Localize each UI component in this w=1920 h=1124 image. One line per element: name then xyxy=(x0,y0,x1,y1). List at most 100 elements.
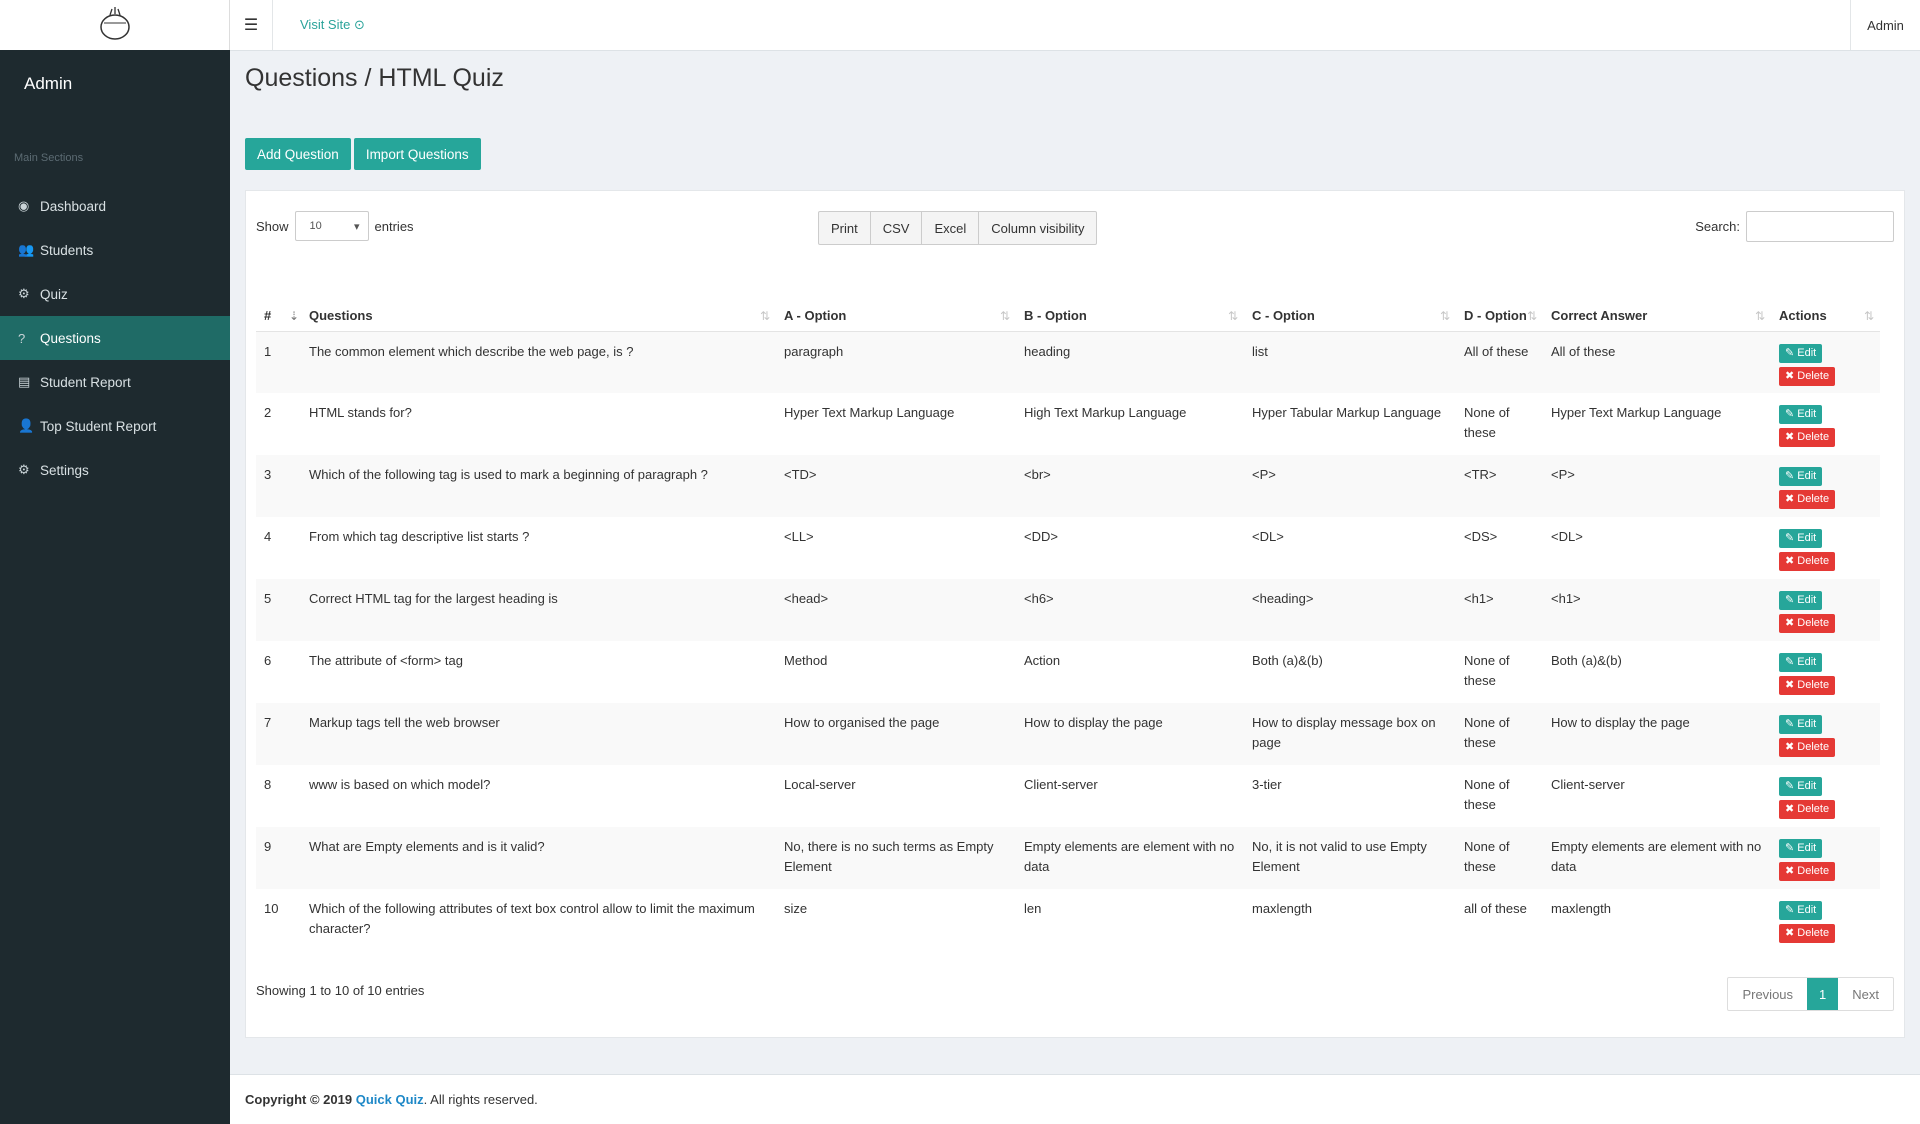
delete-button[interactable]: ✖ Delete xyxy=(1779,366,1836,386)
edit-icon: ✎ xyxy=(1785,780,1795,792)
col-header-label: A - Option xyxy=(784,307,847,323)
col-header-actions[interactable]: Actions ⇅ xyxy=(1771,279,1880,332)
table-cell: Empty elements are element with no data xyxy=(1016,827,1244,889)
delete-label: Delete xyxy=(1797,927,1830,939)
table-cell: Client-server xyxy=(1551,777,1625,792)
table-cell: <head> xyxy=(776,579,1016,641)
action-buttons: Add Question Import Questions xyxy=(245,138,481,170)
edit-label: Edit xyxy=(1797,718,1817,730)
column-visibility-button[interactable]: Column visibility xyxy=(979,212,1096,244)
table-cell: len xyxy=(1024,901,1042,916)
next-page-button[interactable]: Next xyxy=(1838,978,1893,1010)
table-cell: The common element which describe the we… xyxy=(301,331,776,393)
search-input[interactable] xyxy=(1746,211,1894,242)
entries-select[interactable]: 10 ▾ xyxy=(294,211,369,241)
sidebar-section-title: Main Sections xyxy=(14,152,84,164)
col-header-index[interactable]: # ⇣ xyxy=(256,279,301,332)
add-question-button[interactable]: Add Question xyxy=(245,138,351,170)
edit-button[interactable]: ✎ Edit xyxy=(1779,529,1823,548)
col-header-b-option[interactable]: B - Option ⇅ xyxy=(1016,279,1244,332)
delete-button[interactable]: ✖ Delete xyxy=(1779,428,1836,447)
edit-label: Edit xyxy=(1797,532,1817,544)
col-header-c-option[interactable]: C - Option ⇅ xyxy=(1244,279,1456,332)
edit-button[interactable]: ✎ Edit xyxy=(1779,405,1823,424)
table-row: 9 What are Empty elements and is it valid… xyxy=(256,827,1880,889)
delete-button[interactable]: ✖ Delete xyxy=(1779,490,1836,509)
table-cell: <TR> xyxy=(1456,455,1543,517)
col-header-questions[interactable]: Questions ⇅ xyxy=(301,279,776,332)
print-button[interactable]: Print xyxy=(819,212,871,244)
edit-button[interactable]: ✎ Edit xyxy=(1779,777,1823,796)
sidebar-item-top-student-report[interactable]: 👤 Top Student Report xyxy=(0,404,230,448)
edit-button[interactable]: ✎ Edit xyxy=(1779,653,1823,672)
import-questions-button[interactable]: Import Questions xyxy=(353,138,481,170)
table-cell: 4 xyxy=(264,529,272,544)
edit-button[interactable]: ✎ Edit xyxy=(1779,467,1823,486)
delete-button[interactable]: ✖ Delete xyxy=(1779,614,1836,633)
edit-button[interactable]: ✎ Edit xyxy=(1779,901,1823,920)
excel-button[interactable]: Excel xyxy=(922,212,980,244)
page-title: Questions / HTML Quiz xyxy=(245,64,504,92)
col-header-d-option[interactable]: D - Option ⇅ xyxy=(1456,279,1543,332)
delete-label: Delete xyxy=(1797,431,1830,443)
close-icon: ✖ xyxy=(1785,617,1795,629)
user-menu[interactable]: Admin xyxy=(1850,0,1920,50)
table-cell: What are Empty elements and is it valid? xyxy=(301,827,776,889)
table-cell: <DL> xyxy=(1551,529,1583,544)
table-cell: Method xyxy=(784,653,828,668)
edit-label: Edit xyxy=(1797,346,1817,359)
delete-label: Delete xyxy=(1797,803,1830,815)
visit-site-link[interactable]: Visit Site ⊙ xyxy=(300,17,365,33)
edit-label: Edit xyxy=(1797,656,1817,668)
col-header-a-option[interactable]: A - Option ⇅ xyxy=(776,279,1016,332)
sidebar-item-student-report[interactable]: ▤ Student Report xyxy=(0,360,230,404)
actions-cell: ✎ Edit ✖ Delete xyxy=(1771,393,1880,455)
table-cell: Which of the following attributes of tex… xyxy=(309,901,755,936)
edit-button[interactable]: ✎ Edit xyxy=(1779,343,1823,363)
edit-icon: ✎ xyxy=(1785,594,1795,606)
logo-icon xyxy=(99,7,130,40)
actions-cell: ✎ Edit ✖ Delete xyxy=(1771,827,1880,889)
table-cell: 9 xyxy=(256,827,301,889)
sidebar-item-students[interactable]: 👥 Students xyxy=(0,228,230,272)
csv-button[interactable]: CSV xyxy=(871,212,923,244)
delete-button[interactable]: ✖ Delete xyxy=(1779,924,1836,943)
edit-button[interactable]: ✎ Edit xyxy=(1779,715,1823,734)
edit-label: Edit xyxy=(1797,470,1817,482)
edit-icon: ✎ xyxy=(1785,532,1795,544)
menu-toggle-button[interactable]: ☰ xyxy=(230,0,273,50)
close-icon: ✖ xyxy=(1785,865,1795,877)
footer-brand-link[interactable]: Quick Quiz xyxy=(356,1092,424,1107)
previous-page-button[interactable]: Previous xyxy=(1728,978,1807,1010)
sidebar-item-questions[interactable]: ? Questions xyxy=(0,316,230,360)
sidebar-item-quiz[interactable]: ⚙ Quiz xyxy=(0,272,230,316)
table-cell: Local-server xyxy=(784,777,856,792)
delete-button[interactable]: ✖ Delete xyxy=(1779,800,1836,819)
show-entries: Show 10 ▾ entries xyxy=(256,211,414,241)
page-1-button[interactable]: 1 xyxy=(1807,978,1839,1010)
edit-button[interactable]: ✎ Edit xyxy=(1779,839,1823,858)
delete-button[interactable]: ✖ Delete xyxy=(1779,676,1836,695)
table-cell: <LL> xyxy=(784,529,814,544)
sidebar-item-settings[interactable]: ⚙ Settings xyxy=(0,448,230,492)
edit-button[interactable]: ✎ Edit xyxy=(1779,591,1823,610)
table-cell: <heading> xyxy=(1244,579,1456,641)
actions-cell: ✎ Edit ✖ Delete xyxy=(1771,641,1880,703)
delete-button[interactable]: ✖ Delete xyxy=(1779,738,1836,757)
table-cell: 1 xyxy=(256,331,301,393)
delete-label: Delete xyxy=(1797,679,1830,691)
close-icon: ✖ xyxy=(1785,927,1795,939)
sidebar-item-label: Settings xyxy=(40,462,89,478)
logo[interactable] xyxy=(0,0,230,50)
table-cell: Markup tags tell the web browser xyxy=(301,703,776,765)
delete-button[interactable]: ✖ Delete xyxy=(1779,552,1836,571)
actions-cell: ✎ Edit ✖ Delete xyxy=(1771,517,1880,579)
table-row: 3 Which of the following tag is used to m… xyxy=(256,455,1880,517)
sort-icon: ⇅ xyxy=(999,308,1010,323)
table-cell: How to display message box on page xyxy=(1244,703,1456,765)
question-circle-icon: ? xyxy=(18,330,26,346)
table-row: 5 Correct HTML tag for the largest headin… xyxy=(256,579,1880,641)
col-header-correct-answer[interactable]: Correct Answer ⇅ xyxy=(1543,279,1771,332)
sidebar-item-dashboard[interactable]: ◉ Dashboard xyxy=(0,184,230,228)
delete-button[interactable]: ✖ Delete xyxy=(1779,862,1836,881)
